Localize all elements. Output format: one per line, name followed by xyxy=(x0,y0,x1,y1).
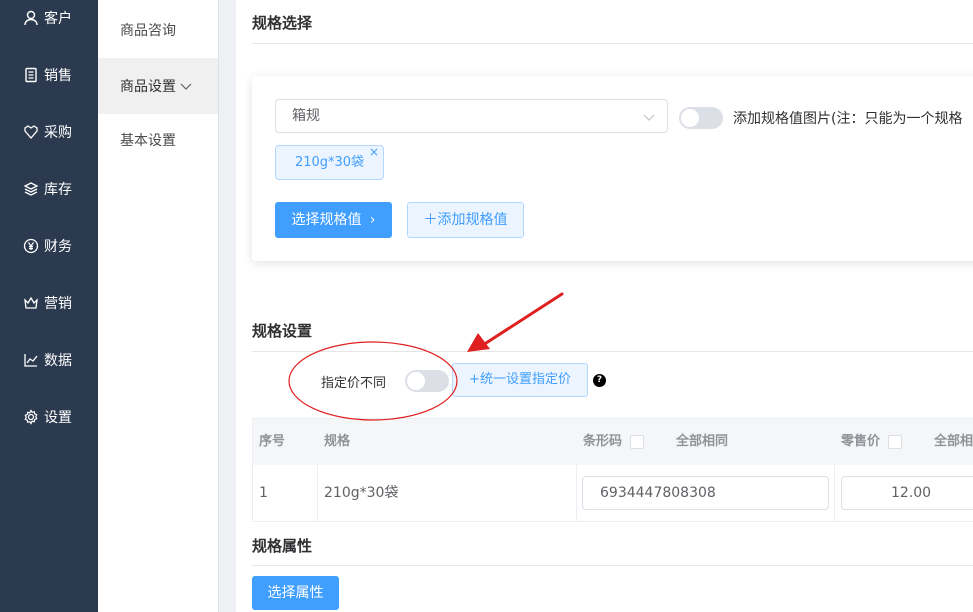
nav-item-customer[interactable]: 客户 xyxy=(0,0,98,38)
column-header-barcode-label: 条形码 xyxy=(583,434,623,449)
section-title-spec-attrs: 规格属性 xyxy=(252,537,313,555)
column-header-spec: 规格 xyxy=(324,434,351,449)
submenu-item-label: 商品咨询 xyxy=(120,23,176,39)
submenu-item-product-settings[interactable]: 商品设置 xyxy=(98,58,218,114)
divider xyxy=(252,43,973,44)
submenu-item-product-inquiry[interactable]: 商品咨询 xyxy=(98,2,218,58)
nav-item-marketing[interactable]: 营销 xyxy=(0,283,98,323)
nav-item-label: 财务 xyxy=(44,239,72,255)
main-content: 规格选择 箱规 添加规格值图片(注：只能为一个规格 210g*30袋 × 选择规… xyxy=(236,0,973,612)
cell-spec: 210g*30袋 xyxy=(324,485,399,501)
line-chart-icon xyxy=(24,354,38,367)
nav-item-purchase[interactable]: 采购 xyxy=(0,112,98,152)
nav-item-label: 设置 xyxy=(44,410,72,426)
yen-icon xyxy=(23,238,39,254)
gear-icon xyxy=(24,409,38,425)
column-header-index: 序号 xyxy=(259,434,286,449)
help-icon[interactable]: ? xyxy=(593,374,606,387)
layers-icon xyxy=(23,182,39,196)
spec-image-toggle[interactable] xyxy=(679,107,723,129)
panel-divider xyxy=(218,0,236,612)
table-header: 序号 规格 条形码 全部相同 零售价 全部相 xyxy=(253,419,973,465)
nav-item-label: 数据 xyxy=(44,353,72,369)
nav-item-label: 销售 xyxy=(44,68,72,84)
close-icon[interactable]: × xyxy=(369,136,379,169)
nav-item-label: 库存 xyxy=(44,182,72,198)
column-header-retail-label: 零售价 xyxy=(841,434,881,449)
nav-item-sales[interactable]: 销售 xyxy=(0,55,98,95)
nav-item-inventory[interactable]: 库存 xyxy=(0,169,98,209)
add-spec-value-button[interactable]: ＋添加规格值 xyxy=(407,202,524,238)
section-title-spec-select: 规格选择 xyxy=(252,14,313,32)
spec-dropdown[interactable]: 箱规 xyxy=(275,99,668,133)
cell-index: 1 xyxy=(259,485,268,501)
diff-price-toggle[interactable] xyxy=(405,370,449,392)
section-title-spec-settings: 规格设置 xyxy=(252,322,313,340)
choose-spec-value-button[interactable]: 选择规格值 › xyxy=(275,202,392,238)
nav-item-label: 客户 xyxy=(44,11,72,27)
chevron-right-icon: › xyxy=(369,212,376,228)
nav-item-data[interactable]: 数据 xyxy=(0,340,98,380)
unified-price-button[interactable]: +统一设置指定价 xyxy=(452,363,588,397)
add-spec-value-label: 添加规格值 xyxy=(437,212,508,228)
nav-item-finance[interactable]: 财务 xyxy=(0,226,98,266)
crown-icon xyxy=(24,296,38,309)
nav-item-settings[interactable]: 设置 xyxy=(0,397,98,437)
choose-spec-value-label: 选择规格值 xyxy=(291,212,362,228)
barcode-all-same-checkbox[interactable] xyxy=(630,434,645,449)
column-divider xyxy=(834,465,835,522)
barcode-input[interactable]: 6934447808308 xyxy=(582,476,829,510)
chevron-down-icon xyxy=(180,83,192,90)
choose-attribute-button[interactable]: 选择属性 xyxy=(252,576,339,610)
retail-all-same-checkbox[interactable] xyxy=(888,434,903,449)
plus-icon: ＋ xyxy=(423,212,438,228)
column-divider xyxy=(576,465,577,522)
column-header-retail: 零售价 全部相 xyxy=(835,419,973,465)
sub-menu: 商品咨询 商品设置 基本设置 xyxy=(98,0,218,612)
column-header-barcode: 条形码 全部相同 xyxy=(577,419,728,465)
nav-item-label: 采购 xyxy=(44,125,72,141)
submenu-item-label: 商品设置 xyxy=(120,79,176,95)
purchase-icon xyxy=(24,125,38,139)
barcode-all-same-label: 全部相同 xyxy=(676,434,729,449)
divider xyxy=(252,351,973,352)
submenu-item-label: 基本设置 xyxy=(120,133,176,149)
divider xyxy=(252,565,973,566)
spec-value-tag: 210g*30袋 × xyxy=(275,145,384,180)
user-icon xyxy=(24,10,38,26)
submenu-item-basic-settings[interactable]: 基本设置 xyxy=(98,112,218,168)
nav-item-label: 营销 xyxy=(44,296,72,312)
retail-price-input[interactable]: 12.00 xyxy=(841,476,973,510)
retail-all-same-label: 全部相 xyxy=(934,434,973,449)
document-icon xyxy=(25,67,37,83)
spec-image-toggle-label: 添加规格值图片(注：只能为一个规格 xyxy=(733,111,963,127)
chevron-down-icon xyxy=(643,114,655,121)
spec-dropdown-value: 箱规 xyxy=(292,108,320,124)
diff-price-label: 指定价不同 xyxy=(321,376,387,391)
main-nav: 客户 销售 采购 库存 财务 营销 数据 设置 xyxy=(0,0,98,612)
spec-value-tag-label: 210g*30袋 xyxy=(294,155,365,170)
spec-table: 序号 规格 条形码 全部相同 零售价 全部相 1 210g*30袋 69344478… xyxy=(252,418,973,522)
